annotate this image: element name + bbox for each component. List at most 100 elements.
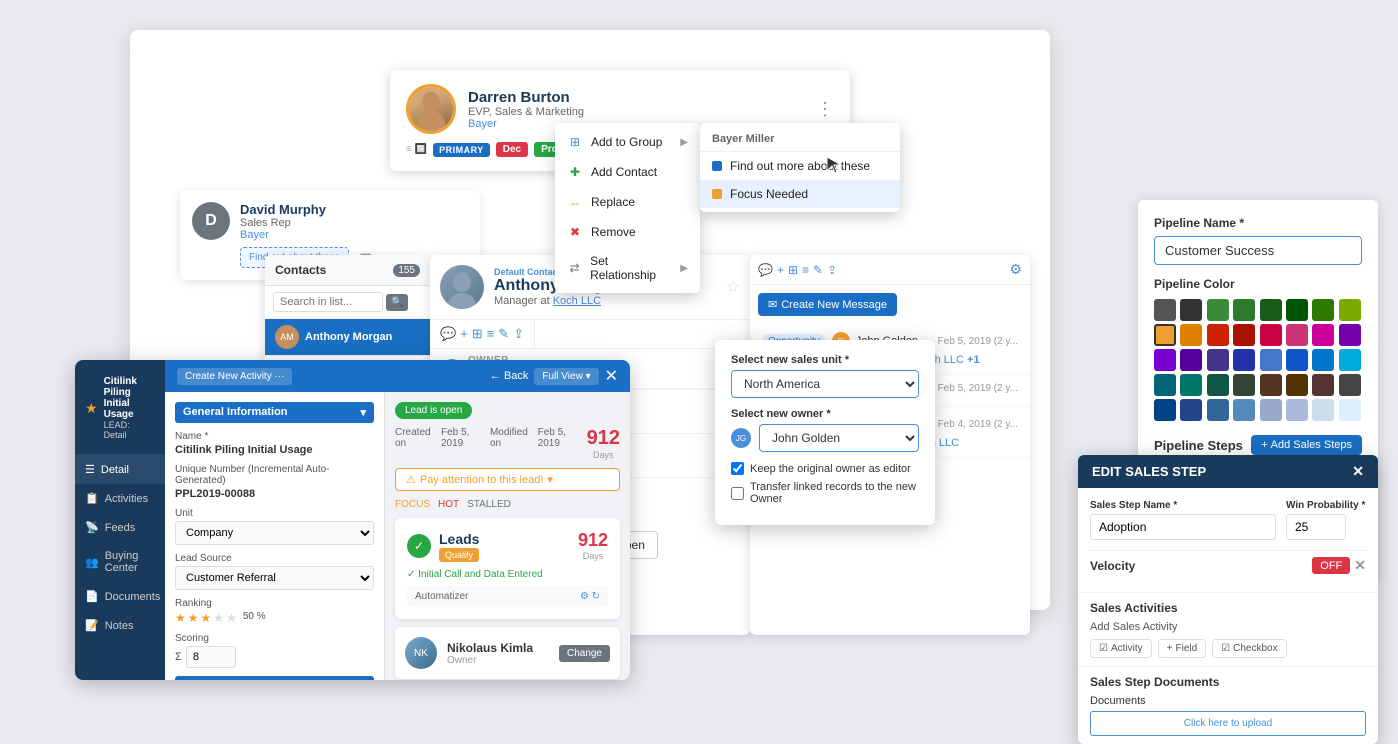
submenu-focus-needed[interactable]: Focus Needed bbox=[700, 180, 900, 208]
lead-menu-buying-center[interactable]: 👥 Buying Center bbox=[75, 542, 165, 582]
color-swatch-29[interactable] bbox=[1286, 374, 1308, 396]
transfer-records-checkbox[interactable] bbox=[731, 487, 744, 500]
color-swatch-12[interactable] bbox=[1260, 324, 1282, 346]
color-swatch-32[interactable] bbox=[1154, 399, 1176, 421]
menu-item-set-relationship[interactable]: ⇄ Set Relationship ▶ bbox=[555, 247, 700, 289]
color-swatch-10[interactable] bbox=[1207, 324, 1229, 346]
color-swatch-35[interactable] bbox=[1233, 399, 1255, 421]
upload-area[interactable]: Click here to upload bbox=[1090, 711, 1366, 736]
color-swatch-5[interactable] bbox=[1286, 299, 1308, 321]
tab-list-icon[interactable]: ≡ bbox=[487, 326, 495, 342]
color-swatch-0[interactable] bbox=[1154, 299, 1176, 321]
automatizer-icons[interactable]: ⚙ ↻ bbox=[580, 591, 600, 602]
color-swatch-21[interactable] bbox=[1286, 349, 1308, 371]
color-swatch-13[interactable] bbox=[1286, 324, 1308, 346]
submenu-find-out[interactable]: Find out more about these bbox=[700, 152, 900, 180]
color-swatch-11[interactable] bbox=[1233, 324, 1255, 346]
close-edit-step-icon[interactable]: ✕ bbox=[1352, 463, 1364, 480]
color-swatch-31[interactable] bbox=[1339, 374, 1361, 396]
color-swatch-18[interactable] bbox=[1207, 349, 1229, 371]
color-swatch-26[interactable] bbox=[1207, 374, 1229, 396]
stalled-status[interactable]: STALLED bbox=[467, 499, 511, 510]
color-swatch-23[interactable] bbox=[1339, 349, 1361, 371]
tab-grid-icon[interactable]: ⊞ bbox=[472, 326, 483, 342]
color-swatch-28[interactable] bbox=[1260, 374, 1282, 396]
color-swatch-25[interactable] bbox=[1180, 374, 1202, 396]
change-owner-button[interactable]: Change bbox=[559, 645, 610, 662]
activity-tag-checkbox[interactable]: ☑ Checkbox bbox=[1212, 639, 1286, 658]
feed-share-icon[interactable]: ⇪ bbox=[827, 263, 837, 277]
activity-tag-activity[interactable]: ☑ Activity bbox=[1090, 639, 1152, 658]
lead-menu-documents[interactable]: 📄 Documents bbox=[75, 582, 165, 611]
anthony-company-link[interactable]: Koch LLC bbox=[553, 295, 601, 307]
menu-item-replace[interactable]: ↔ Replace bbox=[555, 187, 700, 217]
close-lead-icon[interactable]: ✕ bbox=[605, 366, 618, 386]
pipeline-name-input[interactable] bbox=[1154, 236, 1362, 265]
feed-list-icon[interactable]: ≡ bbox=[802, 263, 809, 277]
menu-item-add-contact[interactable]: ✚ Add Contact bbox=[555, 157, 700, 187]
color-swatch-16[interactable] bbox=[1154, 349, 1176, 371]
lead-menu-notes[interactable]: 📝 Notes bbox=[75, 611, 165, 640]
focus-status[interactable]: FOCUS bbox=[395, 499, 430, 510]
attention-button[interactable]: ⚠ Pay attention to this lead! ▾ bbox=[395, 468, 620, 491]
color-swatch-39[interactable] bbox=[1339, 399, 1361, 421]
color-swatch-4[interactable] bbox=[1260, 299, 1282, 321]
back-button[interactable]: ← Back bbox=[490, 370, 529, 382]
menu-item-remove[interactable]: ✖ Remove bbox=[555, 217, 700, 247]
create-activity-button[interactable]: Create New Activity ··· bbox=[177, 368, 292, 385]
lead-menu-feeds[interactable]: 📡 Feeds bbox=[75, 513, 165, 542]
color-swatch-34[interactable] bbox=[1207, 399, 1229, 421]
full-view-button[interactable]: Full View ▾ bbox=[534, 368, 598, 385]
scoring-input[interactable] bbox=[186, 646, 236, 668]
add-steps-button[interactable]: + Add Sales Steps bbox=[1251, 435, 1362, 455]
color-swatch-38[interactable] bbox=[1312, 399, 1334, 421]
color-swatch-33[interactable] bbox=[1180, 399, 1202, 421]
velocity-close-icon[interactable]: ✕ bbox=[1354, 557, 1366, 574]
section-collapse-icon[interactable]: ▾ bbox=[360, 406, 366, 419]
color-swatch-1[interactable] bbox=[1180, 299, 1202, 321]
tab-chat-icon[interactable]: 💬 bbox=[440, 326, 456, 342]
feed-edit-icon[interactable]: ✎ bbox=[813, 263, 823, 277]
lead-source-select[interactable]: Customer Referral bbox=[175, 566, 374, 590]
tab-edit-icon[interactable]: ✎ bbox=[498, 326, 509, 342]
color-swatch-6[interactable] bbox=[1312, 299, 1334, 321]
keep-editor-checkbox[interactable] bbox=[731, 462, 744, 475]
win-prob-input[interactable] bbox=[1286, 514, 1346, 540]
hot-status[interactable]: HOT bbox=[438, 499, 459, 510]
color-swatch-3[interactable] bbox=[1233, 299, 1255, 321]
lead-star-icon[interactable]: ★ bbox=[85, 400, 98, 417]
tab-add-icon[interactable]: + bbox=[460, 326, 468, 342]
color-swatch-19[interactable] bbox=[1233, 349, 1255, 371]
sales-unit-select[interactable]: North America bbox=[731, 370, 919, 398]
color-swatch-17[interactable] bbox=[1180, 349, 1202, 371]
step-name-input[interactable] bbox=[1090, 514, 1276, 540]
contacts-search-button[interactable]: 🔍 bbox=[386, 294, 408, 311]
color-swatch-14[interactable] bbox=[1312, 324, 1334, 346]
color-swatch-37[interactable] bbox=[1286, 399, 1308, 421]
owner-select[interactable]: John Golden bbox=[759, 424, 919, 452]
color-swatch-9[interactable] bbox=[1180, 324, 1202, 346]
contact-list-item[interactable]: AM Anthony Morgan bbox=[265, 319, 430, 355]
lead-menu-activities[interactable]: 📋 Activities bbox=[75, 484, 165, 513]
contacts-search-input[interactable] bbox=[273, 292, 383, 312]
color-swatch-8[interactable] bbox=[1154, 324, 1176, 346]
options-icon[interactable]: ⋮ bbox=[816, 99, 834, 120]
create-message-button[interactable]: ✉ Create New Message bbox=[758, 293, 897, 316]
feed-add-icon[interactable]: + bbox=[777, 263, 784, 277]
tab-share-icon[interactable]: ⇪ bbox=[513, 326, 524, 342]
feed-filter-icon[interactable]: ⚙ bbox=[1009, 261, 1022, 278]
unit-select[interactable]: Company bbox=[175, 521, 374, 545]
velocity-off-button[interactable]: OFF bbox=[1312, 557, 1350, 574]
color-swatch-30[interactable] bbox=[1312, 374, 1334, 396]
color-swatch-7[interactable] bbox=[1339, 299, 1361, 321]
menu-item-add-to-group[interactable]: ⊞ Add to Group ▶ bbox=[555, 127, 700, 157]
color-swatch-36[interactable] bbox=[1260, 399, 1282, 421]
color-swatch-15[interactable] bbox=[1339, 324, 1361, 346]
color-swatch-24[interactable] bbox=[1154, 374, 1176, 396]
activity-tag-field[interactable]: + Field bbox=[1158, 639, 1207, 658]
feed-grid-icon[interactable]: ⊞ bbox=[788, 263, 798, 277]
color-swatch-20[interactable] bbox=[1260, 349, 1282, 371]
color-swatch-27[interactable] bbox=[1233, 374, 1255, 396]
anthony-star-icon[interactable]: ☆ bbox=[726, 277, 740, 297]
color-swatch-2[interactable] bbox=[1207, 299, 1229, 321]
